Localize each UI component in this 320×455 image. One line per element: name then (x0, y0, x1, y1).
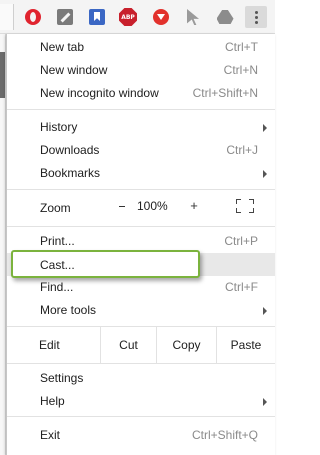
menu-item-history[interactable]: History (7, 116, 275, 139)
menu-item-settings[interactable]: Settings (7, 367, 275, 390)
paste-button[interactable]: Paste (216, 327, 275, 363)
browser-toolbar: ABP (0, 0, 275, 34)
menu-item-label: New window (40, 63, 108, 77)
opera-icon[interactable] (24, 8, 42, 26)
menu-item-help[interactable]: Help (7, 390, 275, 413)
menu-item-shortcut: Ctrl+Shift+Q (191, 428, 258, 442)
menu-item-label: Zoom (40, 201, 71, 215)
page-content-fragment (0, 52, 5, 98)
submenu-arrow-icon (263, 398, 267, 406)
abp-text: ABP (119, 8, 137, 26)
zoom-in-button[interactable]: + (188, 199, 200, 212)
menu-item-label: Bookmarks (40, 166, 101, 180)
menu-separator (7, 109, 275, 110)
adblock-plus-icon[interactable]: ABP (119, 8, 137, 26)
menu-item-more-tools[interactable]: More tools (7, 299, 275, 322)
chrome-menu: New tab Ctrl+T New window Ctrl+N New inc… (6, 34, 275, 455)
menu-item-label: Settings (40, 371, 84, 385)
menu-separator (7, 189, 275, 190)
menu-item-label: History (40, 120, 78, 134)
menu-item-exit[interactable]: Exit Ctrl+Shift+Q (7, 424, 275, 447)
menu-item-shortcut: Ctrl+N (223, 63, 258, 77)
menu-item-label: New tab (40, 40, 85, 54)
menu-item-bookmarks[interactable]: Bookmarks (7, 162, 275, 185)
download-icon[interactable] (152, 8, 170, 26)
submenu-arrow-icon (263, 170, 267, 178)
menu-item-shortcut: Ctrl+P (224, 234, 258, 248)
menu-item-new-incognito-window[interactable]: New incognito window Ctrl+Shift+N (7, 82, 275, 105)
menu-item-shortcut: Ctrl+Shift+N (192, 86, 258, 100)
submenu-arrow-icon (263, 307, 267, 315)
menu-item-label: Find... (40, 280, 74, 294)
menu-item-label: New incognito window (40, 86, 159, 100)
cursor-icon[interactable] (184, 8, 202, 26)
zoom-out-button[interactable] (116, 200, 128, 212)
menu-item-label: Cast... (40, 258, 75, 272)
menu-item-label: More tools (40, 303, 97, 317)
menu-item-new-tab[interactable]: New tab Ctrl+T (7, 36, 275, 59)
menu-item-label: Help (40, 394, 65, 408)
menu-separator (7, 363, 275, 364)
menu-item-shortcut: Ctrl+J (226, 143, 258, 157)
menu-item-shortcut: Ctrl+T (225, 40, 258, 54)
menu-item-downloads[interactable]: Downloads Ctrl+J (7, 139, 275, 162)
menu-item-find[interactable]: Find... Ctrl+F (7, 276, 275, 299)
edit-label: Edit (39, 338, 60, 352)
menu-separator (7, 416, 275, 417)
wrench-icon[interactable] (56, 8, 74, 26)
cut-button[interactable]: Cut (100, 327, 156, 363)
fullscreen-icon[interactable] (234, 198, 256, 214)
menu-item-new-window[interactable]: New window Ctrl+N (7, 59, 275, 82)
menu-item-label: Print... (40, 234, 75, 248)
minus-icon (119, 205, 125, 207)
address-bar-edge[interactable] (0, 4, 14, 30)
menu-separator (7, 226, 275, 227)
zoom-level: 100% (137, 199, 168, 213)
bookmark-icon[interactable] (88, 8, 106, 26)
menu-item-shortcut: Ctrl+F (225, 280, 258, 294)
menu-item-label: Exit (40, 428, 61, 442)
drive-icon[interactable] (216, 8, 234, 26)
submenu-arrow-icon (263, 124, 267, 132)
menu-item-cast[interactable]: Cast... (11, 250, 200, 278)
menu-item-label: Downloads (40, 143, 100, 157)
copy-button[interactable]: Copy (156, 327, 216, 363)
more-vert-icon[interactable] (245, 6, 267, 28)
